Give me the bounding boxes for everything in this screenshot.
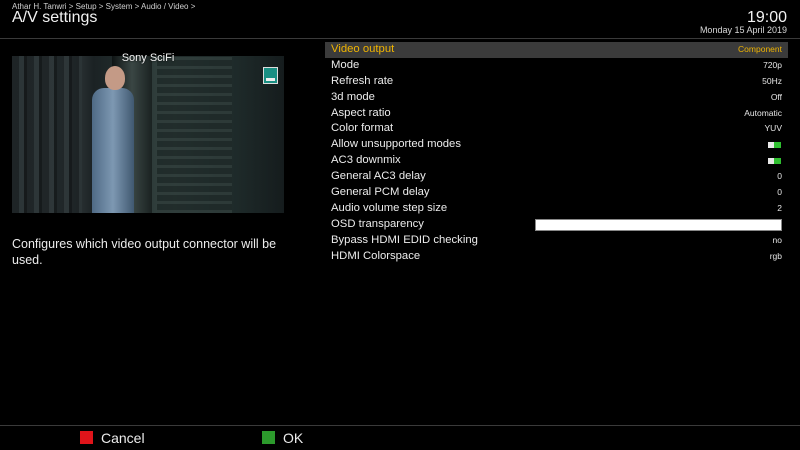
preview-coats [12,50,82,219]
footer-divider [0,425,800,426]
setting-row[interactable]: OSD transparency [325,217,788,233]
setting-label: HDMI Colorspace [331,249,421,262]
setting-row[interactable]: Refresh rate 50Hz [325,74,788,90]
setting-value: Automatic [744,107,782,118]
header: Athar H. Tanwri > Setup > System > Audio… [0,0,800,38]
setting-label: Mode [331,58,360,71]
page-title: A/V settings [12,9,98,26]
setting-row[interactable]: 3d mode Off [325,90,788,106]
setting-label: Aspect ratio [331,106,391,119]
setting-row[interactable]: General PCM delay 0 [325,185,788,201]
setting-value: Component [738,44,782,54]
setting-label: General AC3 delay [331,170,426,183]
setting-label: 3d mode [331,90,375,103]
setting-label: Refresh rate [331,74,394,87]
setting-row[interactable]: AC3 downmix [325,153,788,169]
red-key-icon [80,431,93,444]
setting-label: Allow unsupported modes [331,138,461,151]
setting-label: General PCM delay [331,186,430,199]
setting-description: Configures which video output connector … [12,237,277,267]
setting-label: Video output [331,43,395,55]
setting-value: YUV [764,123,782,134]
transparency-slider[interactable] [535,218,782,231]
setting-value: no [772,234,782,245]
channel-name: Sony SciFi [121,52,175,64]
setting-value: 0 [777,171,782,182]
setting-label: AC3 downmix [331,154,401,167]
setting-row[interactable]: Aspect ratio Automatic [325,106,788,122]
setting-label: OSD transparency [331,217,424,230]
toggle-knob [768,158,774,165]
setting-value: Off [770,91,782,102]
cancel-label: Cancel [101,430,145,446]
setting-value: rgb [769,250,782,261]
setting-row[interactable]: Video output Component [325,42,788,58]
header-divider [0,38,800,39]
channel-logo-icon [263,67,278,84]
setting-row[interactable]: Color format YUV [325,121,788,137]
setting-row[interactable]: Audio volume step size 2 [325,201,788,217]
settings-list: Video output Component Mode 720p Refresh rat… [325,42,788,264]
preview-wall [157,50,232,219]
setting-value: 50Hz [762,75,782,86]
clock-date: Monday 15 April 2019 [699,25,787,35]
toggle-switch[interactable] [768,142,781,149]
preview-figure-head [105,66,125,90]
setting-value: 2 [777,202,782,213]
setting-label: Audio volume step size [331,201,448,214]
green-key-icon [262,431,275,444]
setting-row[interactable]: HDMI Colorspace rgb [325,249,788,265]
toggle-knob [768,142,774,149]
setting-row[interactable]: Mode 720p [325,58,788,74]
ok-label: OK [283,430,304,446]
setting-row[interactable]: General AC3 delay 0 [325,169,788,185]
setting-row[interactable]: Allow unsupported modes [325,137,788,153]
preview-figure-body [92,88,134,219]
setting-value: 720p [763,59,782,70]
setting-label: Color format [331,122,394,135]
setting-row[interactable]: Bypass HDMI EDID checking no [325,233,788,249]
setting-label: Bypass HDMI EDID checking [331,233,478,246]
tv-preview: Sony SciFi [12,50,284,219]
preview-letterbox-bottom [12,213,284,219]
toggle-switch[interactable] [768,158,781,165]
setting-value: 0 [777,187,782,198]
